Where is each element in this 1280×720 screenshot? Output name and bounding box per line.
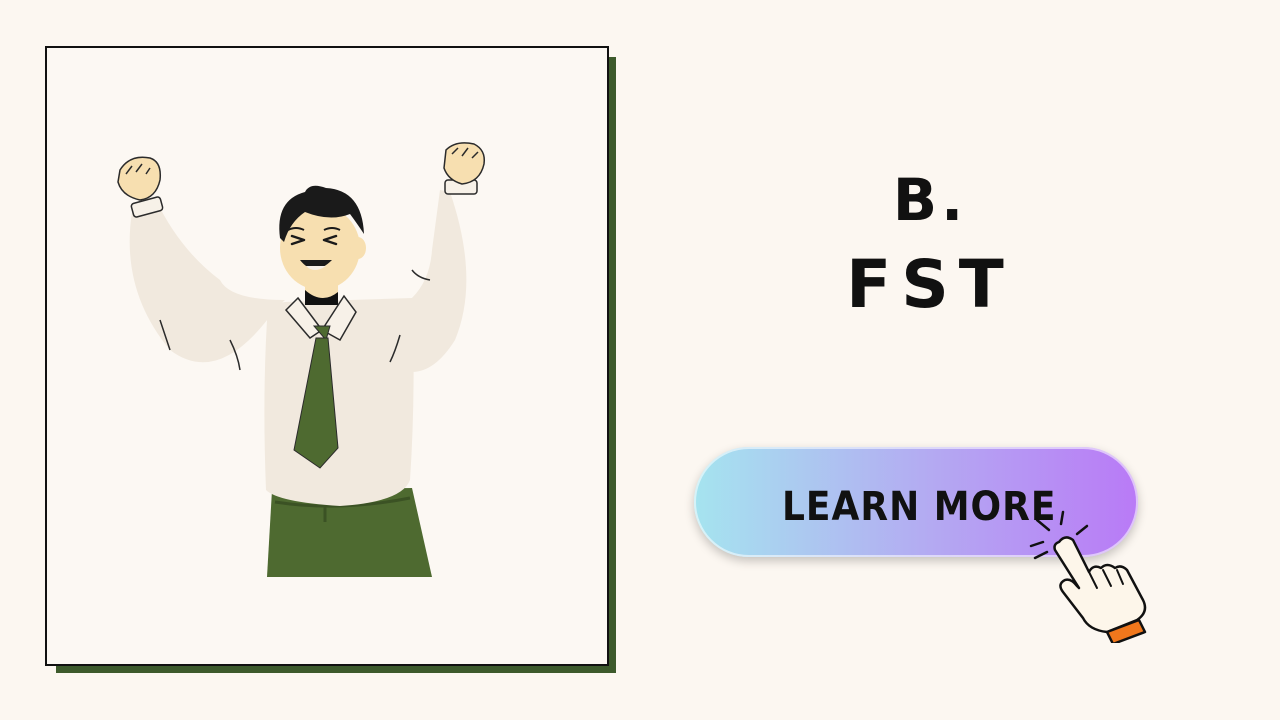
brand-name: FST (846, 246, 1014, 323)
brand-mark: B. (892, 166, 968, 234)
learn-more-label: LEARN MORE (782, 484, 1057, 530)
celebrating-man-illustration (117, 142, 486, 577)
brand-logo: B. FST (770, 160, 1090, 330)
pointing-hand-cursor-icon (1029, 510, 1147, 643)
